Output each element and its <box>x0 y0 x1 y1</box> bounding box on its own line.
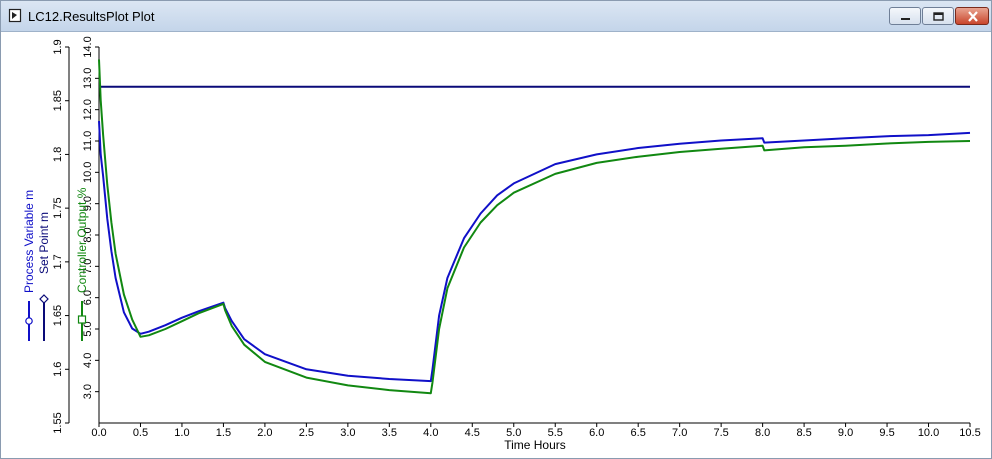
co-tick-label: 14.0 <box>82 36 94 57</box>
x-tick-label: 8.5 <box>796 427 811 439</box>
x-tick-label: 1.5 <box>216 427 231 439</box>
window-title: LC12.ResultsPlot Plot <box>28 9 155 24</box>
legend-set-point-marker <box>39 294 49 304</box>
maximize-icon <box>933 12 944 21</box>
co-tick-label: 4.0 <box>82 353 94 368</box>
x-tick-label: 6.5 <box>631 427 646 439</box>
app-icon <box>8 8 22 23</box>
co-tick-label: 13.0 <box>82 68 94 89</box>
x-axis-label: Time Hours <box>504 438 566 452</box>
x-tick-label: 0.0 <box>91 427 106 439</box>
left-tick-label: 1.7 <box>52 254 64 269</box>
x-tick-label: 2.5 <box>299 427 314 439</box>
x-tick-label: 10.0 <box>918 427 939 439</box>
x-tick-label: 8.0 <box>755 427 770 439</box>
x-tick-label: 4.5 <box>465 427 480 439</box>
left-tick-label: 1.8 <box>52 147 64 162</box>
legend-controller-output-marker <box>77 315 87 324</box>
left-tick-label: 1.85 <box>52 90 64 111</box>
x-tick-label: 10.5 <box>959 427 980 439</box>
left-tick-label: 1.65 <box>52 305 64 326</box>
left-tick-label: 1.75 <box>52 197 64 218</box>
left-tick-label: 1.9 <box>52 39 64 54</box>
x-tick-label: 9.0 <box>838 427 853 439</box>
legend-set-point-label: Set Point m <box>37 212 51 274</box>
co-tick-label: 10.0 <box>82 162 94 183</box>
x-tick-label: 2.0 <box>257 427 272 439</box>
title-bar[interactable]: LC12.ResultsPlot Plot <box>1 1 991 32</box>
x-tick-label: 9.5 <box>879 427 894 439</box>
legend-controller-output-label: Controller Output % <box>75 187 89 293</box>
plot-window: LC12.ResultsPlot Plot 0.0 0.5 1.0 1.5 2.0 2.5… <box>0 0 992 459</box>
results-plot[interactable]: 0.0 0.5 1.0 1.5 2.0 2.5 3.0 3.5 4.0 4.5 5.0 5.5 6.0 6… <box>1 31 991 459</box>
minimize-button[interactable] <box>889 7 921 25</box>
x-tick-label: 1.0 <box>174 427 189 439</box>
x-tick-label: 7.5 <box>713 427 728 439</box>
x-tick-label: 3.0 <box>340 427 355 439</box>
close-button[interactable] <box>955 7 989 25</box>
co-tick-label: 11.0 <box>82 131 94 152</box>
process-variable-line <box>98 121 971 383</box>
legend-process-variable-label: Process Variable m <box>22 190 36 293</box>
legend-process-variable-marker <box>25 317 33 325</box>
x-tick-label: 3.5 <box>382 427 397 439</box>
left-tick-label: 1.55 <box>52 412 64 433</box>
co-tick-label: 5.0 <box>82 321 94 336</box>
controller-output-line <box>98 59 971 395</box>
close-icon <box>968 11 978 22</box>
maximize-button[interactable] <box>922 7 954 25</box>
co-tick-label: 3.0 <box>82 384 94 399</box>
minimize-icon <box>901 18 910 20</box>
left-tick-label: 1.6 <box>52 362 64 377</box>
x-tick-label: 4.0 <box>423 427 438 439</box>
x-tick-label: 7.0 <box>672 427 687 439</box>
x-tick-label: 6.0 <box>589 427 604 439</box>
co-tick-label: 12.0 <box>82 99 94 120</box>
x-tick-label: 0.5 <box>133 427 148 439</box>
